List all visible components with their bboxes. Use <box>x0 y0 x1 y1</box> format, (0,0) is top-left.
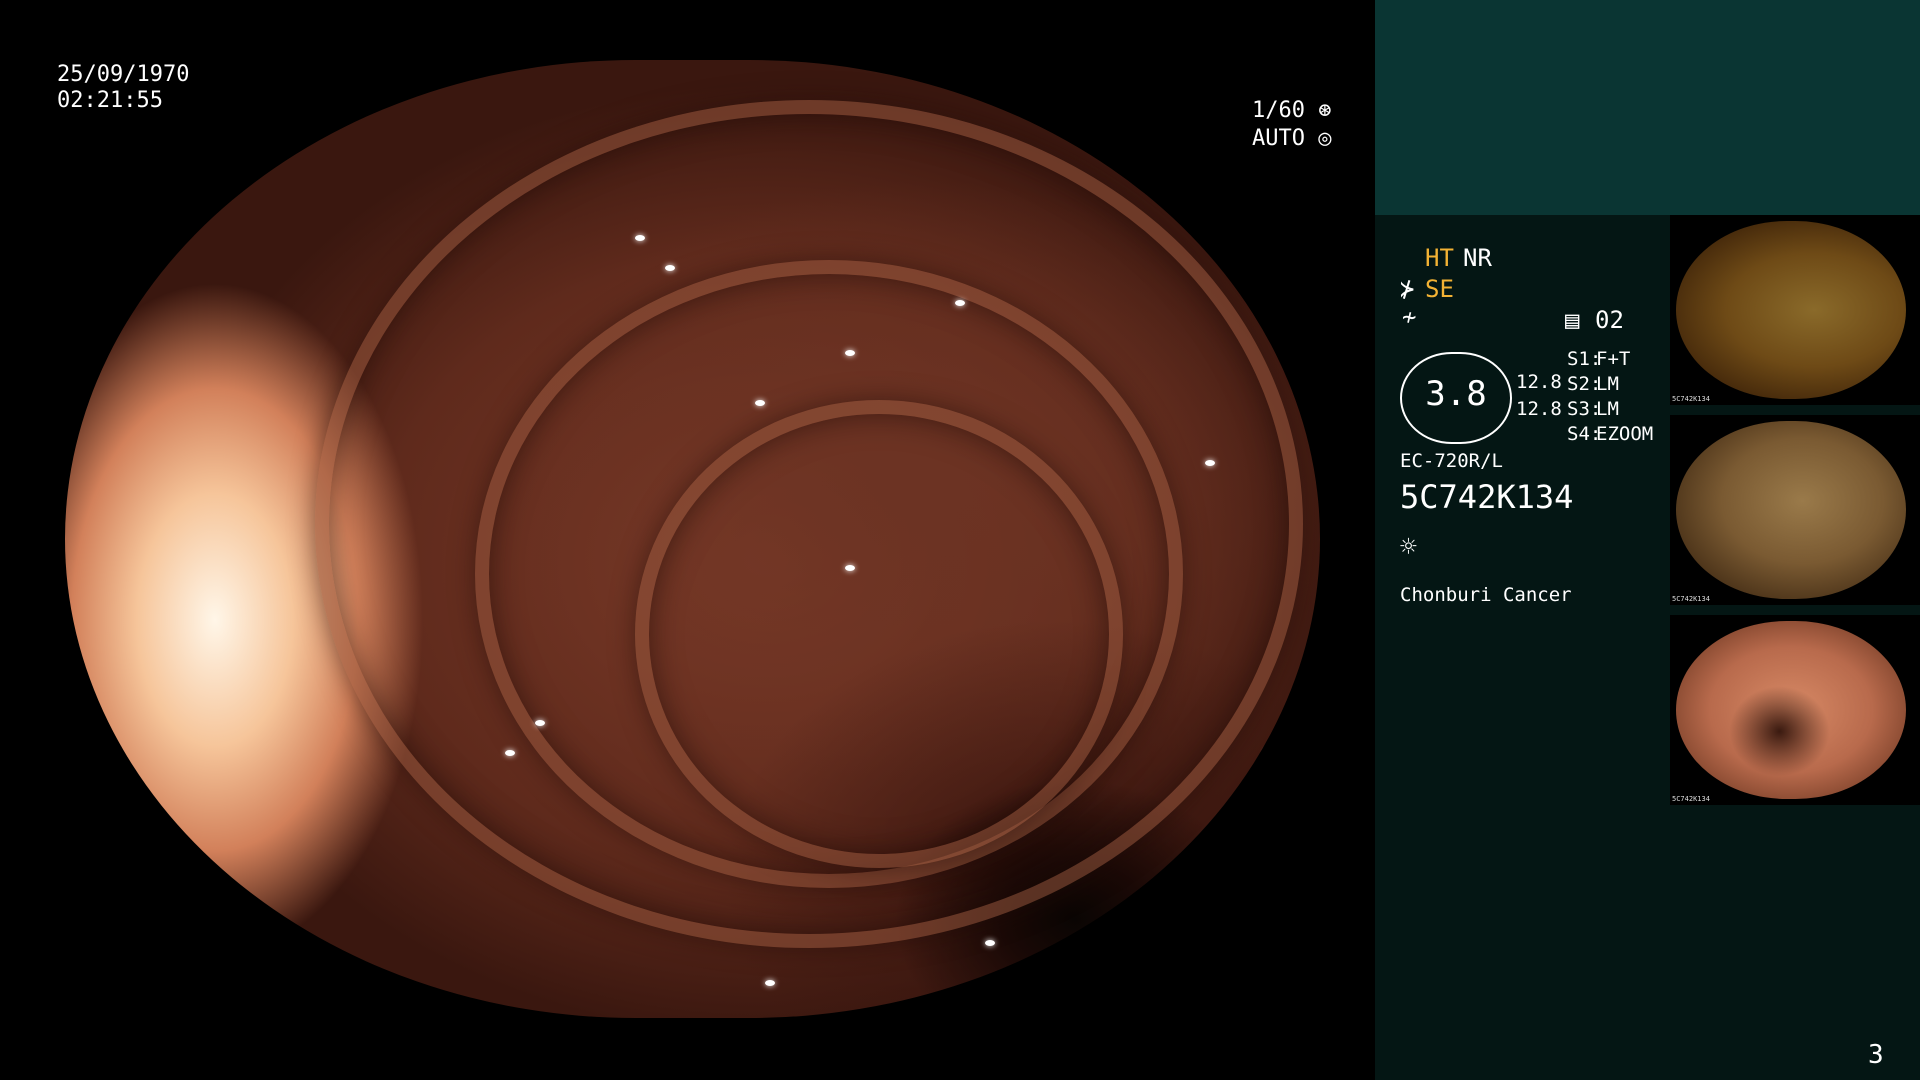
mode-nr: NR <box>1463 244 1492 272</box>
endoscope-main-view <box>65 60 1320 1018</box>
light-reflection <box>845 350 855 356</box>
side-panel-header <box>1375 0 1920 215</box>
thumbnail-image <box>1676 621 1906 799</box>
color-mode-icon: ≁ <box>1402 303 1417 331</box>
magnification-value: 3.8 <box>1425 374 1487 414</box>
exposure-value: AUTO <box>1252 126 1305 151</box>
light-source-icon: ☼ <box>1400 530 1417 563</box>
light-reflection <box>635 235 645 241</box>
switch-value-4: EZOOM <box>1596 423 1654 445</box>
page-number: 3 <box>1868 1040 1884 1070</box>
memory-index: 02 <box>1595 306 1624 334</box>
light-reflection <box>665 265 675 271</box>
thumbnail-caption: 5C742K134 <box>1672 795 1710 803</box>
switch-value-2: LM <box>1596 373 1619 395</box>
exposure-mode: AUTO ◎ <box>1252 126 1331 152</box>
light-reflection <box>505 750 515 756</box>
light-reflection <box>1205 460 1215 466</box>
thumbnail-caption: 5C742K134 <box>1672 595 1710 603</box>
institution-name: Chonburi Cancer <box>1400 584 1572 606</box>
light-reflection <box>985 940 995 946</box>
shutter-value: 1/60 <box>1252 98 1305 123</box>
scope-serial: 5C742K134 <box>1400 478 1574 516</box>
thumbnail-image <box>1676 421 1906 599</box>
shutter-speed: 1/60 ⊛ <box>1252 98 1331 124</box>
mag-value-1: 12.8 <box>1516 371 1562 393</box>
structure-enhance-icon: ⊁ <box>1400 275 1415 303</box>
exposure-icon: ◎ <box>1304 126 1332 151</box>
light-reflection <box>1265 750 1275 756</box>
time-text: 02:21:55 <box>57 88 163 113</box>
light-reflection <box>765 980 775 986</box>
switch-value-1: F+T <box>1596 348 1631 370</box>
light-reflection <box>535 720 545 726</box>
mode-ht: HT <box>1425 244 1454 272</box>
capture-thumbnail-3[interactable]: 5C742K134 <box>1670 615 1920 805</box>
light-reflection <box>755 400 765 406</box>
thumbnail-caption: 5C742K134 <box>1672 395 1710 403</box>
date-text: 25/09/1970 <box>57 62 190 87</box>
thumbnail-image <box>1676 221 1906 399</box>
switch-value-3: LM <box>1596 398 1619 420</box>
capture-thumbnail-2[interactable]: 5C742K134 <box>1670 415 1920 605</box>
light-reflection <box>845 565 855 571</box>
mag-value-2: 12.8 <box>1516 398 1562 420</box>
magnification-gauge: 3.8 <box>1400 352 1512 444</box>
scope-model: EC-720R/L <box>1400 450 1503 472</box>
mode-se: SE <box>1425 275 1454 303</box>
mucosal-fold-inner <box>635 400 1123 868</box>
light-reflection <box>955 300 965 306</box>
memory-icon: ▤ <box>1565 306 1580 334</box>
aperture-icon: ⊛ <box>1304 98 1332 123</box>
capture-thumbnail-1[interactable]: 5C742K134 <box>1670 215 1920 405</box>
